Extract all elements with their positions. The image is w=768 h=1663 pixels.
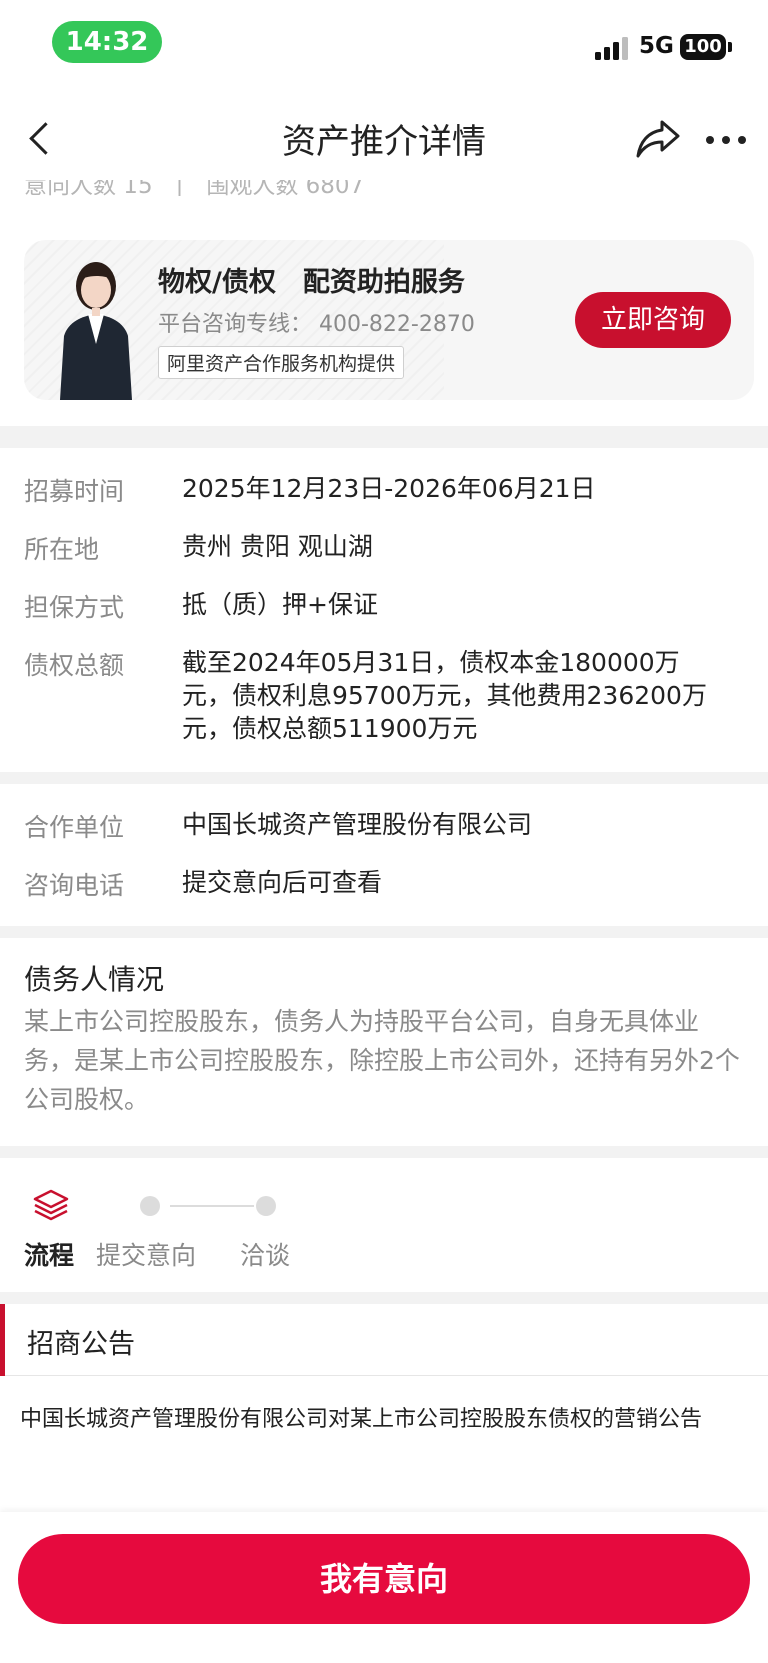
- partner-section: 合作单位 中国长城资产管理股份有限公司 咨询电话 提交意向后可查看: [0, 784, 768, 926]
- step-connector: [170, 1205, 254, 1207]
- service-section: 物权/债权 配资助拍服务 平台咨询专线： 400-822-2870 阿里资产合作…: [0, 180, 768, 426]
- step-dot: [140, 1196, 160, 1216]
- debtor-title: 债务人情况: [24, 963, 165, 996]
- info-value: 贵州 贵阳 观山湖: [182, 532, 373, 561]
- announcement-title: 招商公告: [27, 1329, 135, 1360]
- status-time: 14:32: [52, 21, 162, 63]
- debtor-text: 某上市公司控股股东，债务人为持股平台公司，自身无具体业务，是某上市公司控股股东，…: [24, 1007, 740, 1114]
- signal-icon: [595, 36, 629, 60]
- consultant-avatar: [60, 262, 132, 400]
- step-dot: [256, 1196, 276, 1216]
- info-label: 所在地: [24, 535, 100, 564]
- announcement-header: 招商公告: [0, 1304, 768, 1376]
- intent-button[interactable]: 我有意向: [18, 1534, 750, 1624]
- process-label: 流程: [24, 1241, 75, 1270]
- status-bar: 14:32 5G 100: [0, 0, 768, 96]
- process-section: 流程 提交意向 洽谈: [0, 1158, 768, 1292]
- nav-bar: 资产推介详情: [0, 96, 768, 180]
- asset-info-section: 招募时间 2025年12月23日-2026年06月21日 所在地 贵州 贵阳 观…: [0, 448, 768, 772]
- consult-now-button[interactable]: 立即咨询: [575, 292, 731, 348]
- battery-cap: [728, 42, 732, 52]
- info-value: 抵（质）押+保证: [182, 590, 378, 619]
- info-label: 债权总额: [24, 651, 125, 680]
- info-value: 截至2024年05月31日，债权本金180000万元，债权利息95700万元，其…: [182, 648, 707, 743]
- bottom-bar: 我有意向: [0, 1512, 768, 1663]
- announcement-section: 招商公告 中国长城资产管理股份有限公司对某上市公司控股股东债权的营销公告: [0, 1304, 768, 1512]
- accent-bar: [0, 1304, 5, 1376]
- battery-icon: 100: [680, 34, 726, 60]
- info-label: 担保方式: [24, 593, 125, 622]
- service-card[interactable]: 物权/债权 配资助拍服务 平台咨询专线： 400-822-2870 阿里资产合作…: [24, 240, 754, 400]
- announcement-link[interactable]: 中国长城资产管理股份有限公司对某上市公司控股股东债权的营销公告: [20, 1396, 750, 1443]
- info-label: 招募时间: [24, 477, 125, 506]
- info-value: 中国长城资产管理股份有限公司: [182, 810, 533, 839]
- info-value: 提交意向后可查看: [182, 868, 383, 897]
- layers-icon: [33, 1189, 69, 1221]
- info-label: 合作单位: [24, 813, 125, 842]
- info-value: 2025年12月23日-2026年06月21日: [182, 474, 596, 503]
- service-hotline: 平台咨询专线： 400-822-2870: [158, 312, 475, 337]
- share-icon[interactable]: [632, 112, 684, 164]
- step-negotiate: 洽谈: [240, 1241, 291, 1270]
- debtor-section: 债务人情况 某上市公司控股股东，债务人为持股平台公司，自身无具体业务，是某上市公…: [0, 938, 768, 1146]
- service-provider-badge: 阿里资产合作服务机构提供: [158, 346, 405, 379]
- step-submit-intent: 提交意向: [96, 1241, 197, 1270]
- service-title: 物权/债权 配资助拍服务: [158, 267, 465, 298]
- network-label: 5G: [639, 33, 674, 59]
- info-label: 咨询电话: [24, 871, 125, 900]
- more-icon[interactable]: [700, 116, 752, 160]
